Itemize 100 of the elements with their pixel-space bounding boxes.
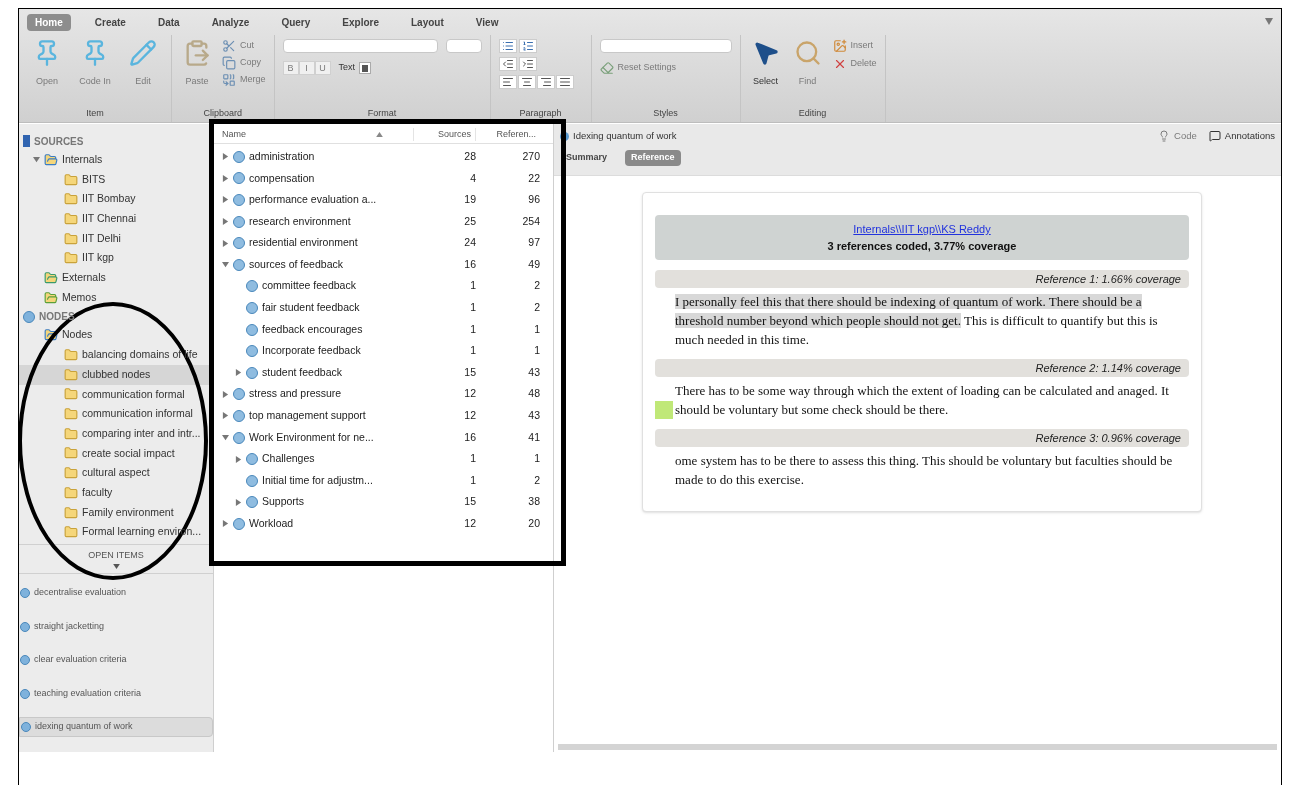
collapse-ribbon-icon[interactable] — [1265, 18, 1273, 25]
node-name[interactable]: sources of feedback — [249, 256, 343, 273]
ribbon-tab[interactable]: Data — [149, 13, 188, 31]
sources-count: 15 — [463, 364, 476, 380]
sources-count: 1 — [469, 300, 476, 316]
ribbon-tab[interactable]: Explore — [334, 13, 387, 31]
sidebar-item[interactable]: Internals — [19, 150, 213, 170]
disclosure-triangle-icon[interactable] — [222, 174, 229, 182]
indent-icon[interactable] — [518, 57, 537, 71]
disclosure-triangle-icon[interactable] — [222, 390, 229, 398]
references-count: 2 — [533, 300, 540, 316]
open-item[interactable]: straight jacketting — [19, 616, 213, 637]
disclosure-triangle-icon[interactable] — [235, 369, 242, 377]
column-header[interactable]: Name — [222, 127, 246, 142]
node-name[interactable]: student feedback — [262, 364, 342, 381]
disclosure-triangle-icon[interactable] — [33, 156, 40, 164]
folder-icon — [64, 192, 78, 207]
align-icon[interactable] — [498, 75, 517, 89]
node-name[interactable]: performance evaluation a... — [249, 192, 377, 208]
group-label: Clipboard — [202, 106, 243, 120]
node-name[interactable]: research environment — [249, 213, 351, 230]
references-count: 1 — [533, 451, 540, 467]
bullet-list-icon[interactable] — [498, 39, 517, 53]
disclosure-triangle-icon[interactable] — [222, 218, 229, 226]
node-name[interactable]: committee feedback — [262, 278, 356, 295]
copy-icon — [222, 56, 236, 70]
sidebar-item[interactable]: communication informal — [19, 404, 213, 424]
node-name[interactable]: residential environment — [249, 235, 358, 252]
sidebar-item[interactable]: IIT Delhi — [19, 228, 213, 249]
node-name[interactable]: Work Environment for ne... — [249, 429, 374, 446]
sidebar-item[interactable]: IIT Chennai — [19, 209, 213, 229]
ribbon-tab[interactable]: Analyze — [203, 13, 258, 31]
detail-tab[interactable]: Summary — [560, 150, 614, 166]
disclosure-triangle-icon[interactable] — [222, 412, 229, 420]
sources-count: 16 — [463, 256, 476, 272]
node-icon — [233, 172, 245, 185]
horizontal-scrollbar[interactable] — [558, 744, 1277, 750]
sidebar-item[interactable]: comparing inter and intr... — [19, 423, 213, 444]
align-icon[interactable] — [555, 75, 574, 89]
scissors-icon — [222, 39, 236, 53]
node-icon — [233, 215, 245, 228]
ribbon-tab[interactable]: Layout — [403, 13, 452, 31]
sidebar-item[interactable]: IIT Bombay — [19, 189, 213, 210]
numbered-list-icon[interactable] — [518, 39, 537, 53]
outdent-icon[interactable] — [498, 57, 517, 71]
folder-icon — [44, 328, 58, 343]
references-count: 270 — [521, 148, 540, 164]
node-name[interactable]: compensation — [249, 170, 315, 187]
column-header[interactable]: Sources — [414, 127, 476, 142]
node-icon — [246, 345, 258, 358]
references-count: 2 — [533, 472, 540, 488]
disclosure-triangle-icon[interactable] — [222, 153, 229, 161]
sidebar-item[interactable]: cultural aspect — [19, 463, 213, 483]
ribbon-button[interactable]: Select — [748, 39, 783, 89]
sidebar-item[interactable]: Family environment — [19, 502, 213, 523]
dropdown-caret-icon[interactable] — [112, 564, 120, 570]
sidebar-item[interactable]: Nodes — [19, 325, 213, 346]
ribbon-tab[interactable]: Create — [86, 13, 134, 31]
references-count: 254 — [521, 213, 540, 229]
disclosure-triangle-icon[interactable] — [222, 520, 229, 528]
sidebar-item[interactable]: Memos — [19, 287, 213, 308]
node-icon — [20, 688, 30, 699]
sidebar-item[interactable]: BITS — [19, 169, 213, 190]
disclosure-triangle-icon[interactable] — [222, 434, 229, 441]
open-item[interactable]: decentralise evaluation — [19, 583, 213, 603]
ribbon-tab[interactable]: Query — [273, 13, 319, 31]
align-icon[interactable] — [536, 75, 555, 89]
open-item[interactable]: clear evaluation criteria — [19, 650, 213, 670]
open-item[interactable]: teaching evaluation criteria — [19, 683, 213, 704]
disclosure-triangle-icon[interactable] — [222, 261, 229, 269]
sidebar-item[interactable]: communication formal — [19, 384, 213, 405]
folder-icon — [64, 387, 78, 402]
text-color-swatch[interactable] — [359, 62, 372, 74]
column-header[interactable]: Referen... — [476, 127, 540, 142]
disclosure-triangle-icon[interactable] — [235, 455, 242, 463]
disclosure-triangle-icon[interactable] — [222, 239, 229, 247]
sort-arrow-icon[interactable] — [376, 132, 383, 137]
sidebar-item[interactable]: faculty — [19, 483, 213, 503]
eraser-icon — [599, 61, 614, 75]
sidebar-item[interactable]: Externals — [19, 268, 213, 288]
source-link[interactable]: Internals\\IIT kgp\\KS Reddy — [853, 221, 991, 238]
node-name[interactable]: Supports — [262, 494, 305, 511]
node-name[interactable]: Challenges — [262, 451, 315, 467]
node-name[interactable]: stress and pressure — [249, 386, 342, 403]
sidebar-item[interactable]: create social impact — [19, 443, 213, 464]
node-name[interactable]: Incorporate feedback — [262, 343, 361, 359]
disclosure-triangle-icon[interactable] — [222, 196, 229, 204]
node-name[interactable]: feedback encourages — [262, 321, 363, 338]
align-icon[interactable] — [517, 75, 536, 89]
node-name[interactable]: Workload — [249, 516, 294, 532]
toolbar-button[interactable]: Annotations — [1208, 128, 1275, 144]
node-name[interactable]: Initial time for adjustm... — [262, 472, 373, 489]
node-name[interactable]: fair student feedback — [262, 300, 360, 316]
ribbon-tab[interactable]: View — [467, 13, 507, 31]
node-name[interactable]: top management support — [249, 408, 366, 424]
sidebar-item[interactable]: IIT kgp — [19, 248, 213, 269]
open-item[interactable]: idexing quantum of work — [19, 717, 213, 737]
node-name[interactable]: administration — [249, 148, 315, 165]
disclosure-triangle-icon[interactable] — [235, 498, 242, 506]
reference-text: There has to be some way through which the extent of loading can be calculated and anaged. It should be voluntary but some check should be there. — [675, 382, 1170, 419]
